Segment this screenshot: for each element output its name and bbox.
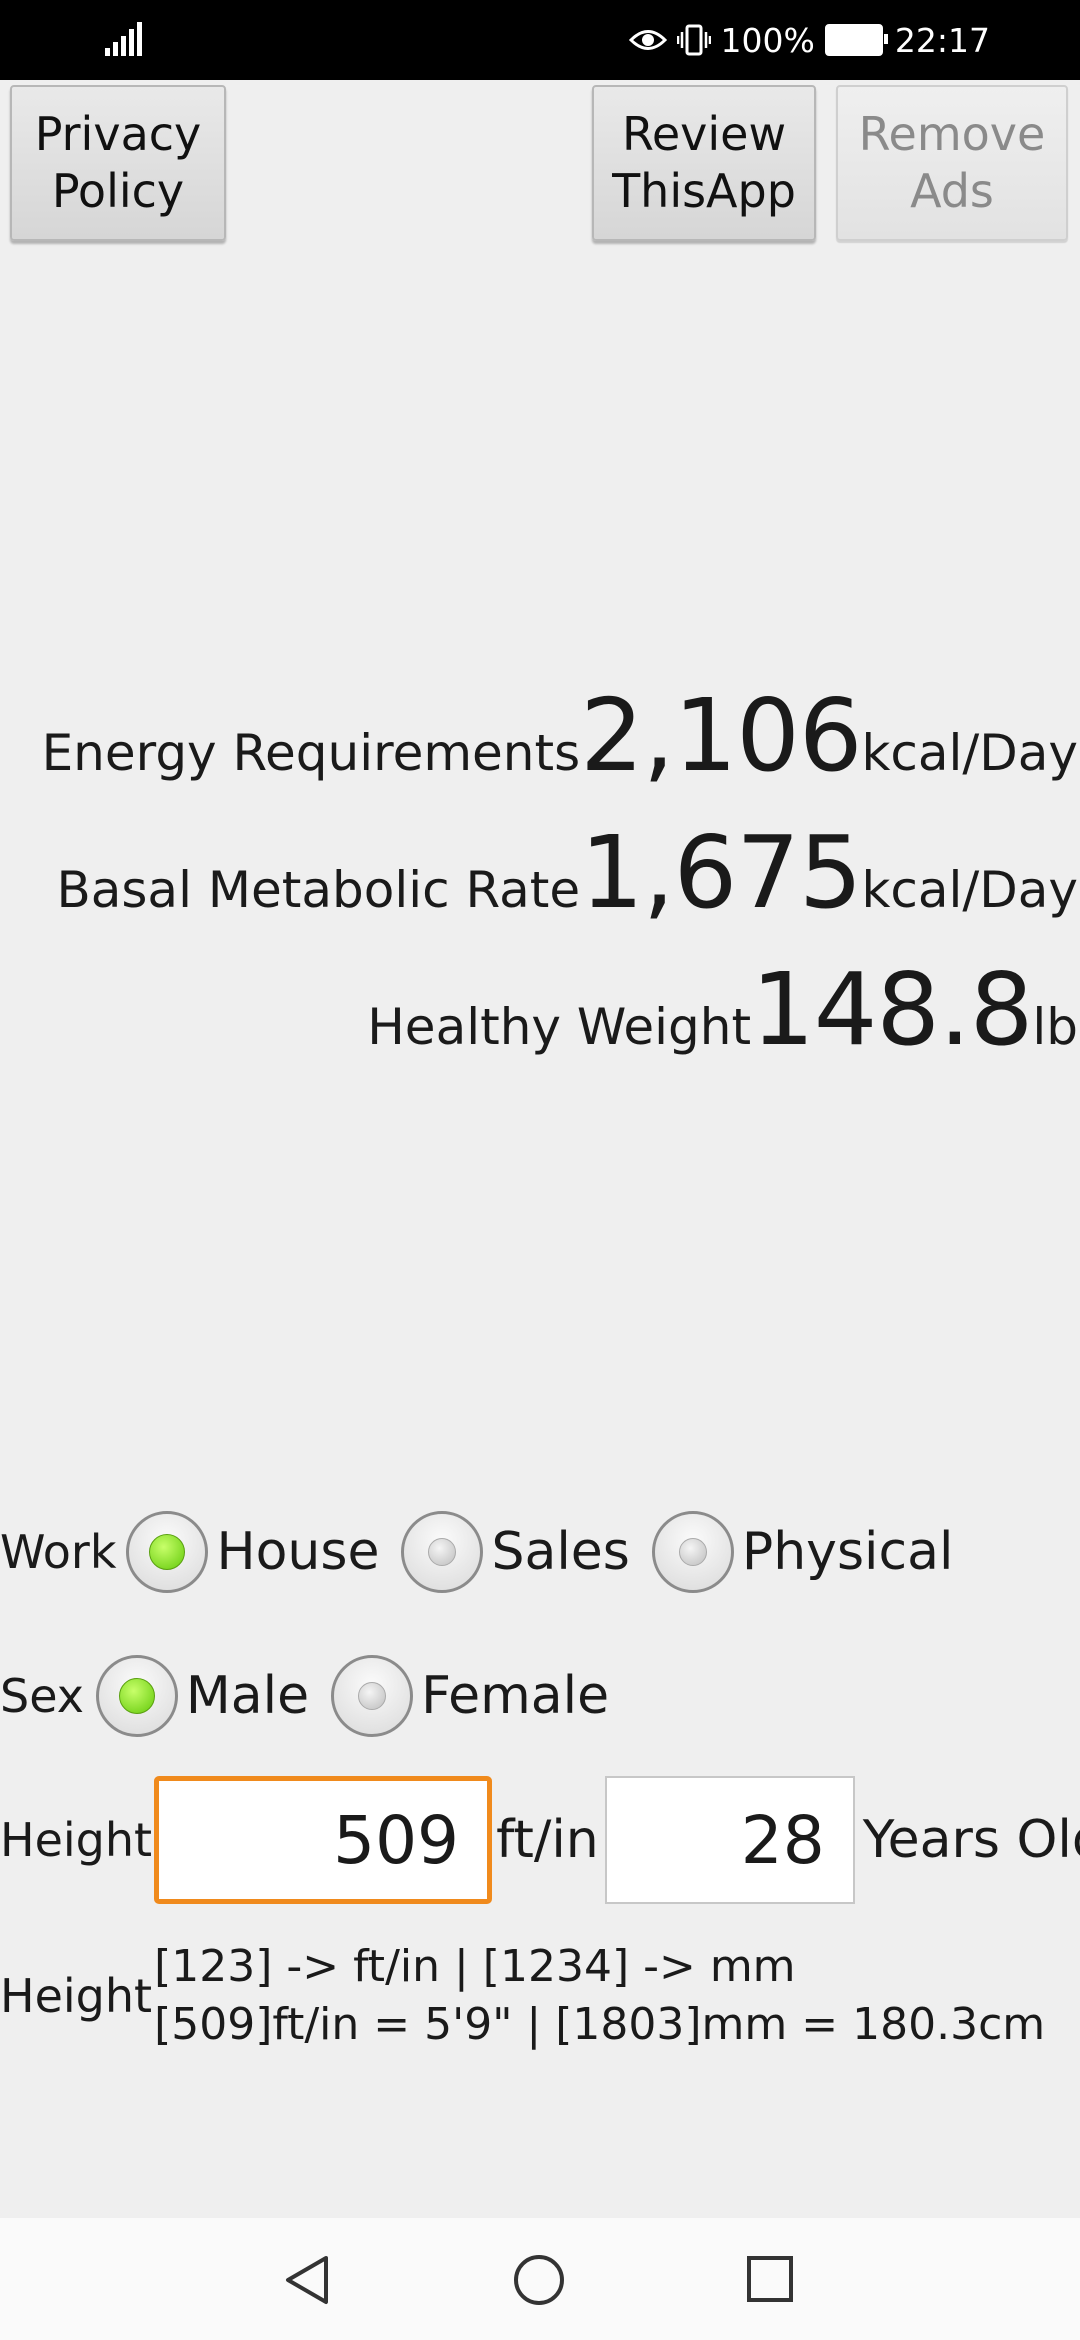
home-icon[interactable] [513, 2254, 565, 2310]
work-physical-label[interactable]: Physical [742, 1522, 954, 1582]
signal-icon [105, 22, 145, 56]
privacy-policy-button[interactable]: Privacy Policy [10, 85, 226, 241]
age-input[interactable]: 28 [604, 1776, 855, 1904]
weight-label: Healthy Weight [367, 998, 752, 1056]
height-input-row: Height 509 ft/in 28 Years Old [0, 1776, 1080, 1904]
weight-value: 148.8 [751, 951, 1033, 1068]
bmr-label: Basal Metabolic Rate [56, 861, 581, 919]
work-label: Work [0, 1525, 117, 1579]
work-house-radio[interactable] [126, 1511, 209, 1593]
vibrate-icon [676, 24, 711, 56]
review-app-button[interactable]: Review ThisApp [592, 85, 816, 241]
eye-icon [628, 27, 667, 53]
energy-value: 2,106 [580, 677, 862, 794]
bmr-result: Basal Metabolic Rate 1,675 kcal/Day [56, 823, 1078, 923]
weight-unit: lb [1032, 998, 1078, 1056]
navigation-bar [0, 2218, 1080, 2340]
button-label: Ads [910, 164, 994, 218]
height-hint-line2: [509]ft/in = 5'9" | [1803]mm = 180.3cm [154, 1999, 1046, 2050]
height-input-value: 509 [333, 1801, 460, 1879]
height-hint-line1: [123] -> ft/in | [1234] -> mm [154, 1941, 796, 1992]
status-bar: 100% 22:17 [0, 0, 1080, 80]
sex-male-radio[interactable] [95, 1655, 178, 1737]
button-label: Remove [858, 107, 1046, 161]
bmr-unit: kcal/Day [861, 861, 1078, 919]
height-hint-row: Height [123] -> ft/in | [1234] -> mm [50… [0, 1938, 1045, 2054]
sex-female-radio[interactable] [331, 1655, 414, 1737]
work-sales-radio[interactable] [401, 1511, 484, 1593]
work-row: Work House Sales Physical [0, 1511, 967, 1593]
remove-ads-button[interactable]: Remove Ads [836, 85, 1068, 241]
button-label: Review [621, 107, 787, 161]
height-input[interactable]: 509 [154, 1776, 493, 1904]
energy-label: Energy Requirements [41, 724, 581, 782]
bmr-value: 1,675 [580, 814, 862, 931]
healthy-weight-result: Healthy Weight 148.8 lb [367, 960, 1078, 1060]
button-label: ThisApp [612, 164, 796, 218]
age-unit: Years Old [862, 1810, 1080, 1870]
back-icon[interactable] [282, 2254, 332, 2310]
work-house-label[interactable]: House [216, 1522, 379, 1582]
height-hint-label: Height [0, 1969, 153, 2023]
sex-male-label[interactable]: Male [186, 1666, 309, 1726]
sex-label: Sex [0, 1669, 84, 1723]
work-physical-radio[interactable] [651, 1511, 734, 1593]
height-hint-text: [123] -> ft/in | [1234] -> mm [509]ft/in… [154, 1938, 1045, 2054]
button-label: Privacy [34, 107, 202, 161]
work-sales-label[interactable]: Sales [491, 1522, 629, 1582]
clock: 22:17 [894, 20, 990, 60]
battery-icon [824, 24, 888, 56]
energy-requirements-result: Energy Requirements 2,106 kcal/Day [42, 686, 1078, 786]
button-label: Policy [51, 164, 185, 218]
energy-unit: kcal/Day [861, 724, 1078, 782]
sex-row: Sex Male Female [0, 1655, 623, 1737]
age-input-value: 28 [740, 1801, 825, 1879]
battery-percent: 100% [720, 20, 815, 60]
height-label: Height [0, 1813, 153, 1867]
sex-female-label[interactable]: Female [421, 1666, 609, 1726]
recents-icon[interactable] [746, 2254, 794, 2308]
height-unit: ft/in [496, 1810, 599, 1870]
